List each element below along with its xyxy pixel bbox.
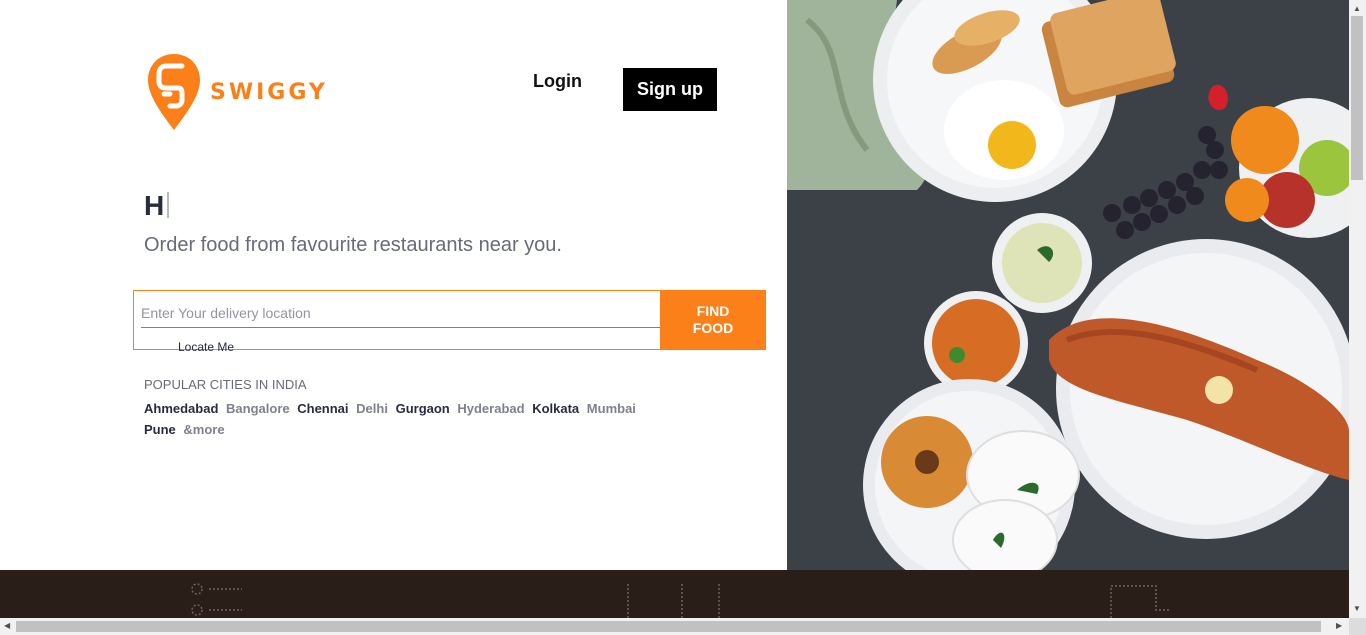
scroll-down-arrow-icon[interactable]: ▼ [1353, 604, 1361, 613]
typing-caret [167, 192, 170, 218]
scroll-left-arrow-icon[interactable]: ◀ [4, 621, 10, 630]
find-food-label-line2: FOOD [692, 320, 734, 336]
food-platter-image [787, 0, 1349, 570]
horizontal-scrollbar[interactable]: ◀ ▶ [0, 618, 1349, 635]
popular-cities-list: Ahmedabad Bangalore Chennai Delhi Gurgao… [144, 398, 654, 440]
hero-headline-text: H [144, 190, 165, 221]
page-viewport: SWIGGY Login Sign up H Order food from f… [0, 0, 1349, 618]
city-link-gurgaon[interactable]: Gurgaon [396, 401, 450, 416]
find-food-label-line1: FIND [696, 303, 730, 319]
swiggy-logo[interactable]: SWIGGY [146, 52, 328, 132]
city-link-ahmedabad[interactable]: Ahmedabad [144, 401, 218, 416]
swiggy-logo-icon [148, 54, 200, 130]
city-link-chennai[interactable]: Chennai [297, 401, 348, 416]
popular-cities-title: POPULAR CITIES IN INDIA [144, 377, 307, 392]
food-platter-illustration [787, 0, 1349, 570]
find-food-label: FIND FOOD [693, 303, 733, 337]
city-link-hyderabad[interactable]: Hyderabad [457, 401, 524, 416]
hero-left-panel: SWIGGY Login Sign up H Order food from f… [0, 0, 787, 570]
city-link-more[interactable]: &more [183, 422, 224, 437]
locate-me-button[interactable]: Locate Me [178, 340, 234, 354]
city-link-mumbai[interactable]: Mumbai [587, 401, 636, 416]
vertical-scrollbar-thumb[interactable] [1351, 16, 1363, 180]
footer-decoration [191, 583, 1170, 618]
horizontal-scrollbar-thumb[interactable] [16, 621, 1321, 632]
scrollbar-corner [1349, 618, 1366, 635]
scroll-right-arrow-icon[interactable]: ▶ [1336, 621, 1342, 630]
delivery-location-input[interactable] [141, 299, 661, 328]
footer-strip [0, 570, 1349, 618]
scroll-up-arrow-icon[interactable]: ▲ [1353, 4, 1361, 13]
city-link-delhi[interactable]: Delhi [356, 401, 388, 416]
city-link-pune[interactable]: Pune [144, 422, 176, 437]
city-link-bangalore[interactable]: Bangalore [226, 401, 290, 416]
hero-subheadline: Order food from favourite restaurants ne… [144, 234, 562, 256]
login-button[interactable]: Login [533, 71, 582, 92]
hero-headline: H [144, 190, 170, 222]
vertical-scrollbar[interactable]: ▲ ▼ [1349, 0, 1366, 618]
location-search-box: Locate Me [133, 290, 661, 354]
brand-name: SWIGGY [210, 79, 328, 105]
city-link-kolkata[interactable]: Kolkata [532, 401, 579, 416]
find-food-button[interactable]: FIND FOOD [660, 290, 766, 350]
signup-button[interactable]: Sign up [623, 68, 717, 111]
